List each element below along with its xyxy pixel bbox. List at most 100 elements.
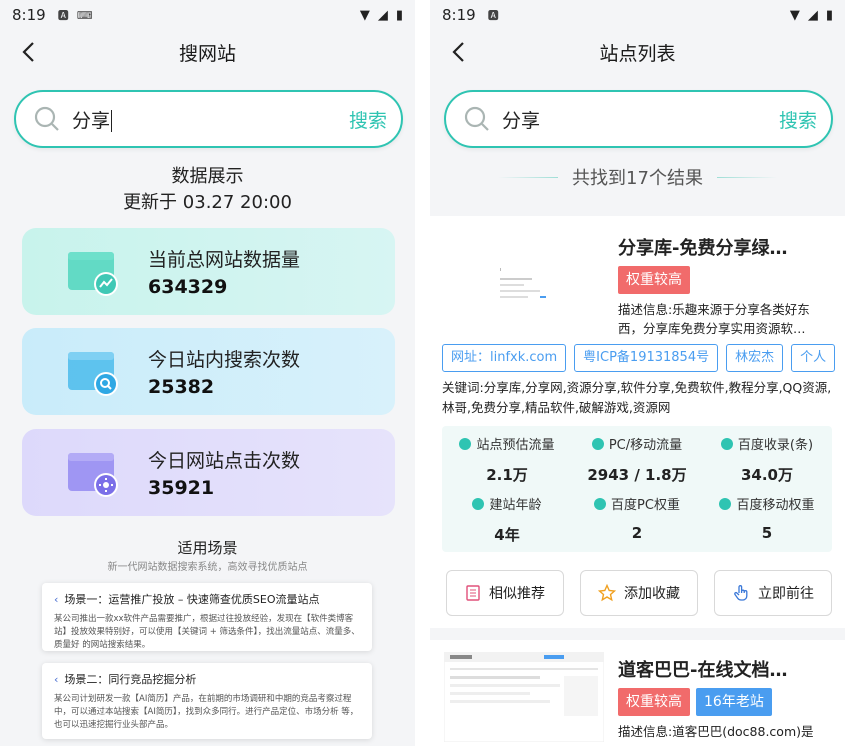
stat-label: 站点预估流量 [476,438,555,453]
trend-window-icon [66,246,126,298]
button-label: 添加收藏 [624,586,680,602]
search-button[interactable]: 搜索 [779,106,817,133]
search-input[interactable]: 分享 [502,106,779,133]
weight-tag: 权重较高 [618,266,690,294]
stat-baidu-index: 百度收录(条) 34.0万 [702,434,832,485]
app-bar: 搜网站 [0,30,415,74]
click-window-icon [66,447,126,499]
type-pill[interactable]: 个人 [791,344,836,372]
stats-panel: 站点预估流量 2.1万 PC/移动流量 2943 / 1.8万 百度收录(条) … [442,426,832,552]
stat-value: 2.1万 [486,466,528,484]
age-tag: 16年老站 [696,688,772,716]
result-count: 共找到17个结果 [572,168,703,189]
stat-mobile-weight: 百度移动权重 5 [702,494,832,542]
hand-pointer-icon [734,585,748,601]
stat-label: 建站年龄 [489,498,542,513]
scene-body: 某公司计划研发一款【AI简历】产品，在前期的市场调研和中期的竞品考察过程中，可以… [54,694,359,730]
app-bar: 站点列表 [430,30,845,74]
chevron-left-icon: ‹ [54,673,59,686]
total-sites-card: 当前总网站数据量 634329 [22,228,395,315]
chevron-left-icon [452,42,464,62]
data-overview-header: 数据展示 更新于 03.27 20:00 [0,164,415,216]
similar-button[interactable]: 相似推荐 [446,570,564,616]
search-icon [34,106,59,131]
divider [716,176,777,178]
favorite-button[interactable]: 添加收藏 [580,570,698,616]
back-button[interactable] [14,38,42,66]
info-pills: 网址：linfxk.com 粤ICP备19131854号 林宏杰 个人 [442,344,836,372]
stat-value: 5 [761,524,773,542]
card-label: 今日网站点击次数 [148,450,301,472]
scene-body: 某公司推出一款xx软件产品需要推广，根据过往投放经验，发现在【软件类博客站】投放… [54,614,360,650]
stat-label: 百度PC权重 [611,498,680,513]
chevron-left-icon: ‹ [54,593,59,606]
stat-value: 4年 [494,526,520,544]
stat-label: PC/移动流量 [608,438,683,453]
monitor-icon [594,497,607,510]
traffic-icon [459,437,472,450]
page-title: 搜网站 [178,42,236,65]
stat-value: 2 [631,524,643,542]
search-icon [464,106,489,131]
stat-traffic: 站点预估流量 2.1万 [442,434,572,485]
pie-icon [591,437,604,450]
stat-site-age: 建站年龄 4年 [442,494,572,545]
owner-pill[interactable]: 林宏杰 [726,344,784,372]
search-bar[interactable]: 分享 搜索 [444,90,833,148]
search-count-card: 今日站内搜索次数 25382 [22,328,395,415]
status-time: 8:19 [12,6,46,24]
result-description: 描述信息:道客巴巴(doc88.com)是 [618,724,814,739]
action-buttons: 相似推荐 添加收藏 立即前往 [446,570,832,616]
battery-icon: ▮ [825,7,833,23]
stat-value: 34.0万 [740,466,793,484]
battery-icon: ▮ [395,7,403,23]
notification-a-icon: 🅰 [487,9,499,22]
result-item[interactable]: 分享库-免费分享绿… 权重较高 描述信息:乐趣来源于分享各类好东西，分享库免费分… [430,216,845,628]
domain-pill[interactable]: 网址：linfxk.com [442,344,567,372]
card-value: 25382 [148,376,215,398]
page-title: 站点列表 [599,42,676,65]
search-screen: 8:19 🅰 ⌨ ▼ ◢ ▮ 搜网站 分享 搜索 数据展示 更新于 03.27 … [0,0,415,746]
data-overview-title: 数据展示 [171,166,244,187]
result-count-row: 共找到17个结果 [430,164,845,190]
signal-icon: ◢ [377,7,388,23]
result-title[interactable]: 分享库-免费分享绿… [618,234,787,260]
search-input[interactable]: 分享 [72,106,349,133]
sprout-icon [472,497,485,510]
visit-button[interactable]: 立即前往 [714,570,832,616]
scenes-subtitle: 新一代网站数据搜索系统，高效寻找优质站点 [107,562,308,573]
paw-icon [720,437,733,450]
status-bar: 8:19 🅰 ▼ ◢ ▮ [430,0,845,30]
result-title[interactable]: 道客巴巴-在线文档… [618,656,787,682]
star-icon [598,584,616,602]
results-screen: 8:19 🅰 ▼ ◢ ▮ 站点列表 分享 搜索 共找到17个结果 分享库-免费分… [430,0,845,746]
search-query-text: 分享 [72,109,111,132]
stat-label: 百度收录(条) [737,438,814,453]
search-button[interactable]: 搜索 [349,106,387,133]
wifi-icon: ▼ [359,7,370,23]
search-bar[interactable]: 分享 搜索 [14,90,403,148]
click-count-card: 今日网站点击次数 35921 [22,429,395,516]
scene-title: 场景二：同行竞品挖掘分析 [64,673,197,686]
scene-title: 场景一：运营推广投放 – 快速筛查优质SEO流量站点 [64,593,320,606]
stat-value: 2943 / 1.8万 [587,466,687,484]
back-button[interactable] [444,38,472,66]
weight-tag: 权重较高 [618,688,690,716]
status-time: 8:19 [442,6,476,24]
result-description: 描述信息:乐趣来源于分享各类好东西，分享库免费分享实用资源软… [618,302,810,336]
scene-card: ‹ 场景二：同行竞品挖掘分析 某公司计划研发一款【AI简历】产品，在前期的市场调研… [42,663,372,739]
button-label: 立即前往 [758,586,814,602]
keywords-text: 关键词:分享库,分享网,资源分享,软件分享,免费软件,教程分享,QQ资源,林哥,… [442,380,832,415]
result-item[interactable]: 道客巴巴-在线文档… 权重较高 16年老站 描述信息:道客巴巴(doc88.co… [430,640,845,746]
card-value: 35921 [148,477,215,499]
button-label: 相似推荐 [489,586,545,602]
stat-pc-weight: 百度PC权重 2 [572,494,702,542]
card-label: 当前总网站数据量 [148,249,301,271]
card-label: 今日站内搜索次数 [148,349,301,371]
list-icon [466,585,480,601]
scenes-title: 适用场景 [177,539,238,557]
site-thumbnail [443,651,605,743]
icp-pill[interactable]: 粤ICP备19131854号 [574,344,719,372]
site-thumbnail [444,238,604,328]
keyboard-icon: ⌨ [76,8,93,22]
